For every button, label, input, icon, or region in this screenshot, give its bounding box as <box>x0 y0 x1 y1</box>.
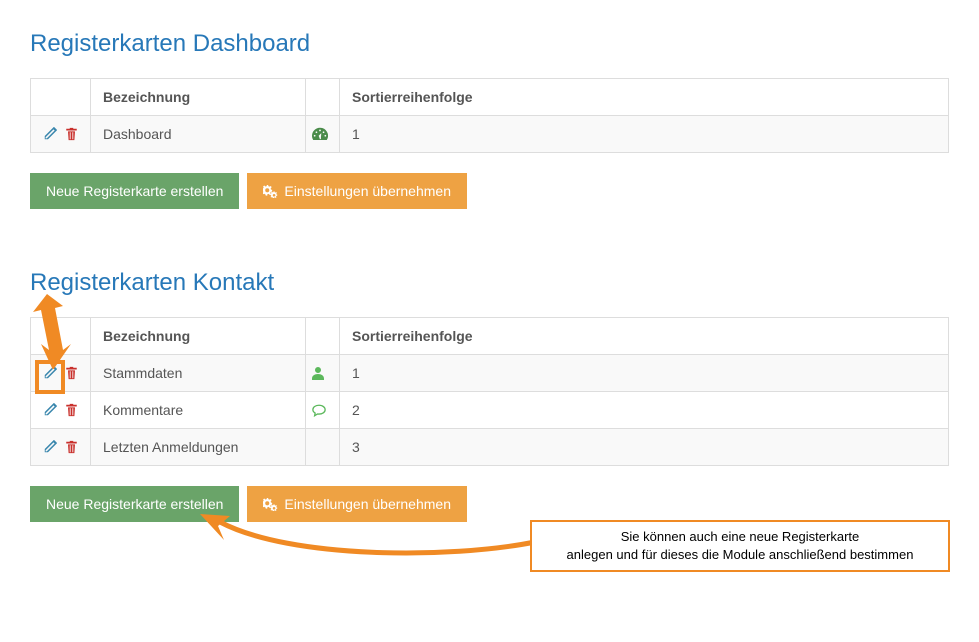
section-dashboard: Registerkarten Dashboard Bezeichnung Sor… <box>30 30 949 209</box>
create-tab-label: Neue Registerkarte erstellen <box>46 183 223 199</box>
delete-button[interactable] <box>65 403 78 417</box>
col-header-label: Bezeichnung <box>91 318 306 355</box>
create-tab-button[interactable]: Neue Registerkarte erstellen <box>30 173 239 209</box>
apply-settings-button[interactable]: Einstellungen übernehmen <box>247 486 467 522</box>
annotation-callout-line2: anlegen und für dieses die Module anschl… <box>546 546 934 564</box>
dashboard-table: Bezeichnung Sortierreihenfolge <box>30 78 949 153</box>
col-header-sort: Sortierreihenfolge <box>340 318 949 355</box>
table-row: Letzten Anmeldungen 3 <box>31 429 949 466</box>
trash-icon <box>65 127 78 141</box>
apply-settings-label: Einstellungen übernehmen <box>284 183 451 199</box>
delete-button[interactable] <box>65 127 78 141</box>
pencil-icon <box>43 440 57 454</box>
row-sort: 1 <box>340 116 949 153</box>
trash-icon <box>65 403 78 417</box>
apply-settings-button[interactable]: Einstellungen übernehmen <box>247 173 467 209</box>
col-header-icon <box>306 79 340 116</box>
cogs-icon <box>263 185 278 198</box>
delete-button[interactable] <box>65 366 78 380</box>
row-sort: 3 <box>340 429 949 466</box>
pencil-icon <box>43 403 57 417</box>
col-header-sort: Sortierreihenfolge <box>340 79 949 116</box>
trash-icon <box>65 440 78 454</box>
pencil-icon <box>43 127 57 141</box>
tachometer-icon <box>312 127 328 141</box>
button-row-kontakt: Neue Registerkarte erstellen Einstellung… <box>30 486 949 522</box>
col-header-icon <box>306 318 340 355</box>
edit-button[interactable] <box>43 127 57 141</box>
create-tab-button[interactable]: Neue Registerkarte erstellen <box>30 486 239 522</box>
col-header-label: Bezeichnung <box>91 79 306 116</box>
trash-icon <box>65 366 78 380</box>
apply-settings-label: Einstellungen übernehmen <box>284 496 451 512</box>
button-row-dashboard: Neue Registerkarte erstellen Einstellung… <box>30 173 949 209</box>
row-label: Letzten Anmeldungen <box>91 429 306 466</box>
edit-button[interactable] <box>43 403 57 417</box>
row-label: Kommentare <box>91 392 306 429</box>
section-kontakt: Registerkarten Kontakt Bezeichnung Sorti… <box>30 269 949 522</box>
section-title-kontakt: Registerkarten Kontakt <box>30 269 949 297</box>
annotation-callout-line1: Sie können auch eine neue Registerkarte <box>546 528 934 546</box>
user-icon <box>312 366 324 380</box>
col-header-actions <box>31 79 91 116</box>
row-label: Stammdaten <box>91 355 306 392</box>
create-tab-label: Neue Registerkarte erstellen <box>46 496 223 512</box>
row-label: Dashboard <box>91 116 306 153</box>
annotation-callout: Sie können auch eine neue Registerkarte … <box>530 520 950 572</box>
kontakt-table: Bezeichnung Sortierreihenfolge <box>30 317 949 466</box>
table-row: Dashboard 1 <box>31 116 949 153</box>
pencil-icon <box>43 366 57 380</box>
delete-button[interactable] <box>65 440 78 454</box>
row-sort: 1 <box>340 355 949 392</box>
table-row: Stammdaten 1 <box>31 355 949 392</box>
row-sort: 2 <box>340 392 949 429</box>
col-header-actions <box>31 318 91 355</box>
table-row: Kommentare 2 <box>31 392 949 429</box>
cogs-icon <box>263 498 278 511</box>
section-title-dashboard: Registerkarten Dashboard <box>30 30 949 58</box>
edit-button[interactable] <box>43 366 57 380</box>
edit-button[interactable] <box>43 440 57 454</box>
comment-icon <box>312 404 326 417</box>
